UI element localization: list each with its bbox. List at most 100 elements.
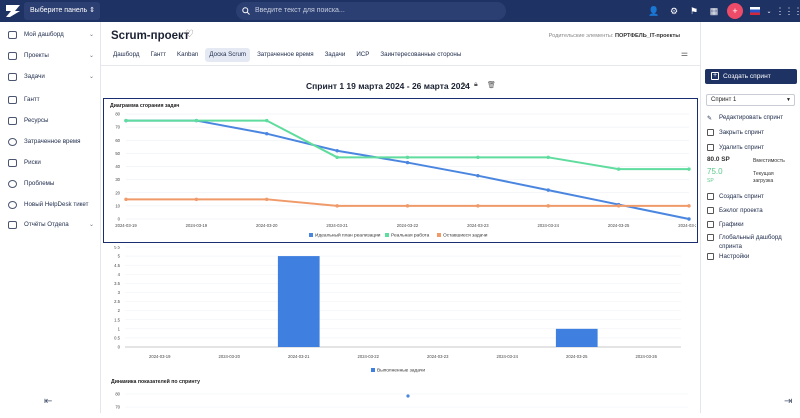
capacity-label: Вместимость [753,158,785,164]
tab-tasks[interactable]: Задачи [321,48,350,62]
action-label: Бэклог проекта [719,207,763,214]
edit-pencil-icon[interactable]: ✎ [461,81,467,89]
sp-unit: SP [707,178,714,184]
charts-link[interactable]: Графики [707,220,744,229]
close-sprint-link[interactable]: Закрыть спринт [707,128,764,137]
edit-sprint-link[interactable]: ✎ Редактировать спринт [707,113,783,122]
legend-label: Выполненные задачи [377,368,425,374]
panel-select-label: Выберите панель [30,7,88,14]
global-dashboard-link[interactable]: Глобальный дашборд спринта [707,233,797,251]
sprint-dynamics-chart-svg: Динамика показателей по спринту 70 80 [111,378,688,410]
divider [101,65,700,66]
collapse-right-panel-icon[interactable]: ⇥ [784,396,792,407]
sprint-select[interactable]: Спринт 1 ▼ [706,94,795,106]
trash-icon [707,144,714,151]
plus-button[interactable]: + [727,3,743,19]
tab-gantt[interactable]: Гантт [147,48,171,62]
trash-icon[interactable]: 🗑︎ [487,81,496,89]
create-sprint-button[interactable]: + Создать спринт [705,69,797,84]
backlog-icon [707,207,714,214]
sidebar-item-tasks[interactable]: Задачи ⌄ [0,68,101,86]
settings-sliders-icon[interactable]: ⚌ [681,49,688,58]
bar [555,328,598,347]
y-tick-label: 70 [115,125,120,130]
flag-language-icon[interactable] [748,3,762,19]
data-point [406,394,410,398]
chevron-down-icon: ⌄ [88,74,94,80]
legend-label: Оставшиеся задачи [443,233,488,239]
create-sprint-link[interactable]: Создать спринт [707,192,764,201]
tab-stakeholders[interactable]: Заинтересованные стороны [376,48,465,62]
y-tick-label: 2 [118,308,121,313]
panel-select[interactable]: Выберите панель ⇕ [24,2,100,20]
sidebar-item-projects[interactable]: Проекты ⌄ [0,47,101,65]
data-point [194,118,199,123]
x-tick-label: 2024-03-19 [115,223,137,228]
user-icon[interactable]: 👤 [646,3,662,19]
plus-square-icon: + [711,72,719,80]
x-tick-label: 2024-03-24 [538,223,560,228]
sp-total: 80.0 SP [707,156,730,163]
tab-wbs[interactable]: ИСР [352,48,373,62]
lock-icon[interactable]: 🔒︎ [474,81,478,89]
chart-icon [707,221,714,228]
data-point [335,155,339,160]
x-tick-label: 2024-03-23 [467,223,489,228]
search-icon [242,7,250,15]
x-tick-label: 2024-03-19 [186,223,208,228]
tab-kanban[interactable]: Kanban [173,48,202,62]
favorite-heart-icon[interactable]: ♡ [185,29,194,40]
y-tick-label: 5 [118,254,121,259]
problems-icon [8,180,17,188]
page-title: Scrum-проект [111,30,190,42]
sliders-icon[interactable]: ⚙ [666,3,682,19]
backlog-link[interactable]: Бэклог проекта [707,206,763,215]
sidebar-item-gantt[interactable]: Гантт [0,91,101,109]
tab-time-spent[interactable]: Затраченное время [253,48,318,62]
action-label: Графики [719,221,744,228]
settings-link[interactable]: Настройки [707,252,749,261]
top-bar: Выберите панель ⇕ Введите текст для поиск… [0,0,800,22]
sidebar-item-label: Гантт [24,96,40,103]
completed-tasks-chart: 0 0.5 1 1.5 2 2.5 3 3.5 4 4.5 5 5.5 2024-03-19 2024-0… [103,245,698,386]
x-tick-label: 2024-03-25 [566,354,588,359]
search-input[interactable]: Введите текст для поиска... [236,2,506,20]
parent-link[interactable]: ПОРТФЕЛЬ_IT-проекты [615,33,680,39]
sidebar-item-label: Мой дашборд [24,31,64,38]
x-tick-label: 2024-03-25 [608,223,630,228]
tab-scrum-board[interactable]: Доска Scrum [205,48,251,62]
chevron-down-icon: ⌄ [88,222,94,228]
calendar-icon[interactable]: ▦ [706,3,722,19]
data-point [546,155,550,160]
sidebar-item-reports[interactable]: Отчёты Отдела ⌄ [0,216,101,234]
sidebar-item-problems[interactable]: Проблемы [0,175,101,193]
apps-grid-icon[interactable]: ⋮⋮⋮ [776,3,800,19]
collapse-sidebar-icon[interactable]: ⇤ [44,396,52,407]
pencil-icon: ✎ [707,115,713,122]
sidebar-item-resources[interactable]: Ресурсы [0,112,101,130]
x-tick-label: 2024-03-22 [358,354,380,359]
sidebar-item-label: Новый HelpDesk тикет [24,201,89,208]
y-tick-label: 1 [118,326,121,331]
tab-dashboard[interactable]: Дашборд [109,48,144,62]
delete-sprint-link[interactable]: Удалить спринт [707,143,764,152]
sprint-select-value: Спринт 1 [711,97,737,103]
y-tick-label: 0 [118,345,121,350]
risks-icon [8,159,17,167]
sidebar-item-dashboard[interactable]: Мой дашборд ⌄ [0,26,101,44]
tasks-icon [8,73,17,81]
sidebar-item-label: Задачи [24,73,45,80]
data-point [405,160,410,165]
legend-swatch [371,368,375,372]
legend-swatch [385,233,389,237]
flag-icon[interactable]: ⚑ [686,3,702,19]
sidebar-item-time[interactable]: Затраченное время [0,133,101,151]
x-tick-label: 2024-03-20 [256,223,278,228]
app-logo[interactable] [4,3,22,19]
x-tick-label: 2024-03-19 [149,354,171,359]
chevron-down-icon[interactable]: ⌄ [764,3,774,19]
bar [277,256,320,347]
sidebar-item-helpdesk[interactable]: Новый HelpDesk тикет [0,196,101,214]
data-point [687,204,691,208]
sidebar-item-risks[interactable]: Риски [0,154,101,172]
